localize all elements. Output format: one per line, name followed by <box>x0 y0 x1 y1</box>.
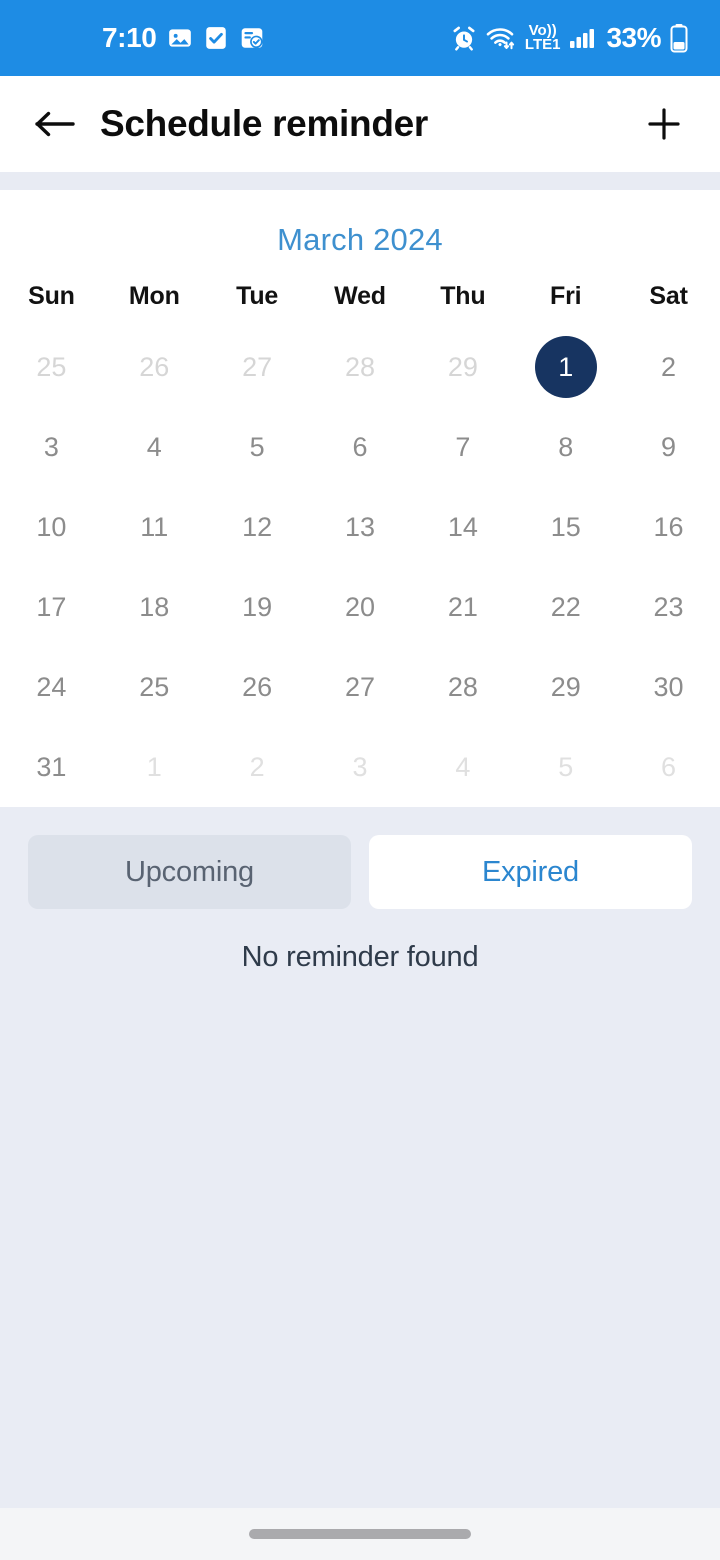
calendar-weekday-thu: Thu <box>440 282 486 310</box>
alarm-icon <box>451 25 477 51</box>
calendar-day[interactable]: 26 <box>103 327 206 407</box>
calendar-day[interactable]: 4 <box>103 407 206 487</box>
reminder-tab-bar: Upcoming Expired <box>0 835 720 909</box>
tab-upcoming[interactable]: Upcoming <box>28 835 351 909</box>
tab-expired[interactable]: Expired <box>369 835 692 909</box>
calendar-day[interactable]: 9 <box>617 407 720 487</box>
status-bar-clock: 7:10 <box>102 22 157 53</box>
calendar-weekday-tue: Tue <box>236 282 279 310</box>
calendar-day[interactable]: 26 <box>206 647 309 727</box>
calendar-weekday-sun: Sun <box>28 282 75 310</box>
volte-icon: Vo)) LTE1 <box>524 23 561 53</box>
calendar-day[interactable]: 4 <box>411 727 514 807</box>
status-bar: 7:10 Vo)) LTE1 33% <box>0 0 720 76</box>
calendar-day[interactable]: 14 <box>411 487 514 567</box>
calendar-month-label[interactable]: March 2024 <box>0 216 720 274</box>
calendar-day[interactable]: 8 <box>514 407 617 487</box>
calendar-weekday-fri: Fri <box>550 282 582 310</box>
calendar-weekday-mon: Mon <box>128 282 180 310</box>
calendar-day[interactable]: 28 <box>411 647 514 727</box>
calendar-day[interactable]: 3 <box>309 727 412 807</box>
calendar-day[interactable]: 2 <box>617 327 720 407</box>
calendar-day[interactable]: 30 <box>617 647 720 727</box>
calendar-day[interactable]: 3 <box>0 407 103 487</box>
battery-icon <box>670 23 688 53</box>
note-check-icon <box>239 25 265 51</box>
calendar-day[interactable]: 13 <box>309 487 412 567</box>
calendar-day[interactable]: 31 <box>0 727 103 807</box>
image-icon <box>167 25 193 51</box>
volte-bottom-label: LTE1 <box>524 36 561 53</box>
calendar-day[interactable]: 21 <box>411 567 514 647</box>
calendar-day[interactable]: 23 <box>617 567 720 647</box>
add-reminder-button[interactable] <box>636 96 692 152</box>
calendar-day[interactable]: 19 <box>206 567 309 647</box>
calendar-weekday-header: Sun Mon Tue Wed Thu Fri Sat <box>0 274 720 327</box>
empty-state-message: No reminder found <box>241 941 479 973</box>
calendar-day[interactable]: 6 <box>309 407 412 487</box>
wifi-icon <box>486 25 516 51</box>
calendar-day[interactable]: 29 <box>411 327 514 407</box>
selected-day-pill: 1 <box>534 336 597 398</box>
back-arrow-icon <box>35 111 75 137</box>
calendar-day[interactable]: 16 <box>617 487 720 567</box>
calendar-weekday-sat: Sat <box>649 282 688 310</box>
app-bar: Schedule reminder <box>0 76 720 172</box>
calendar-day[interactable]: 12 <box>206 487 309 567</box>
calendar-day[interactable]: 1 <box>103 727 206 807</box>
calendar-day[interactable]: 25 <box>0 327 103 407</box>
calendar-day[interactable]: 28 <box>309 327 412 407</box>
calendar-day[interactable]: 22 <box>514 567 617 647</box>
phone-screen: 7:10 Vo)) LTE1 33% Schedule reminder Mar… <box>0 0 720 1560</box>
calendar-day[interactable]: 5 <box>206 407 309 487</box>
reminder-panel: Upcoming Expired No reminder found <box>0 807 720 1508</box>
calendar-day[interactable]: 27 <box>206 327 309 407</box>
calendar-day-grid: 25 26 27 28 29 1 2 3 4 5 6 7 8 9 10 11 12 13 14 15 16 17 18 19 2… <box>0 327 720 807</box>
battery-percent-label: 33% <box>606 22 661 53</box>
calendar-day[interactable]: 24 <box>0 647 103 727</box>
calendar-day-selected[interactable]: 1 <box>514 327 617 407</box>
calendar-day[interactable]: 2 <box>206 727 309 807</box>
status-bar-left: 7:10 <box>24 22 265 54</box>
system-navigation-bar <box>0 1508 720 1560</box>
appbar-divider <box>0 172 720 190</box>
calendar-day[interactable]: 29 <box>514 647 617 727</box>
calendar-day[interactable]: 15 <box>514 487 617 567</box>
calendar-day[interactable]: 20 <box>309 567 412 647</box>
checkbox-icon <box>204 25 228 51</box>
calendar-day[interactable]: 25 <box>103 647 206 727</box>
calendar-day[interactable]: 10 <box>0 487 103 567</box>
calendar-day[interactable]: 27 <box>309 647 412 727</box>
status-bar-right: Vo)) LTE1 33% <box>451 22 696 54</box>
calendar-weekday-wed: Wed <box>334 282 386 310</box>
calendar-day[interactable]: 17 <box>0 567 103 647</box>
page-title: Schedule reminder <box>100 103 429 144</box>
calendar-day[interactable]: 6 <box>617 727 720 807</box>
calendar-card: March 2024 Sun Mon Tue Wed Thu Fri Sat 25 26 27 2… <box>0 190 720 807</box>
calendar-day[interactable]: 5 <box>514 727 617 807</box>
back-button[interactable] <box>28 96 84 152</box>
plus-icon <box>648 108 680 140</box>
calendar-day[interactable]: 11 <box>103 487 206 567</box>
calendar-day[interactable]: 18 <box>103 567 206 647</box>
signal-icon <box>569 25 597 51</box>
home-gesture-pill[interactable] <box>249 1529 471 1539</box>
calendar-day[interactable]: 7 <box>411 407 514 487</box>
